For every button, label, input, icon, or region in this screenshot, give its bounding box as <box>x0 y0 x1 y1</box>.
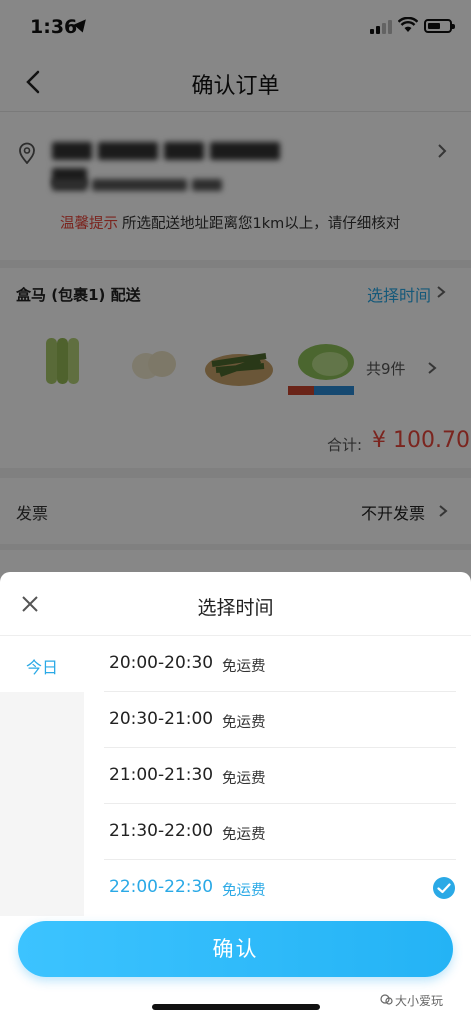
slot-time: 20:00-20:30 <box>109 653 214 673</box>
slot-time: 21:00-21:30 <box>109 765 214 785</box>
sheet-title: 选择时间 <box>197 597 274 619</box>
slot-fee: 免运费 <box>222 883 266 899</box>
slot-time: 20:30-21:00 <box>109 709 214 729</box>
home-indicator <box>152 1004 320 1010</box>
slot-fee: 免运费 <box>222 827 266 843</box>
day-tab-label: 今日 <box>25 658 58 677</box>
time-slot[interactable]: 20:30-21:00 免运费 <box>104 692 456 748</box>
time-slot[interactable]: 20:00-20:30 免运费 <box>104 636 456 692</box>
watermark: 大小爱玩 <box>395 994 444 1008</box>
sheet-header: 选择时间 <box>0 572 471 636</box>
day-tab-today[interactable]: 今日 <box>0 636 84 692</box>
day-list: 今日 <box>0 636 84 916</box>
slot-fee: 免运费 <box>222 715 266 731</box>
slot-fee: 免运费 <box>222 771 266 787</box>
time-slot[interactable]: 21:00-21:30 免运费 <box>104 748 456 804</box>
wechat-icon <box>380 994 393 1005</box>
slot-time: 22:00-22:30 <box>109 877 214 897</box>
time-slot-selected[interactable]: 22:00-22:30 免运费 <box>104 860 456 916</box>
confirm-button[interactable]: 确认 <box>18 921 453 977</box>
time-slot[interactable]: 21:30-22:00 免运费 <box>104 804 456 860</box>
slot-time: 21:30-22:00 <box>109 821 214 841</box>
checkmark-icon <box>433 877 455 899</box>
slot-fee: 免运费 <box>222 659 266 675</box>
time-picker-sheet: 选择时间 今日 20:00-20:30 免运费 20:30-21:00 免运费 … <box>0 572 471 1021</box>
